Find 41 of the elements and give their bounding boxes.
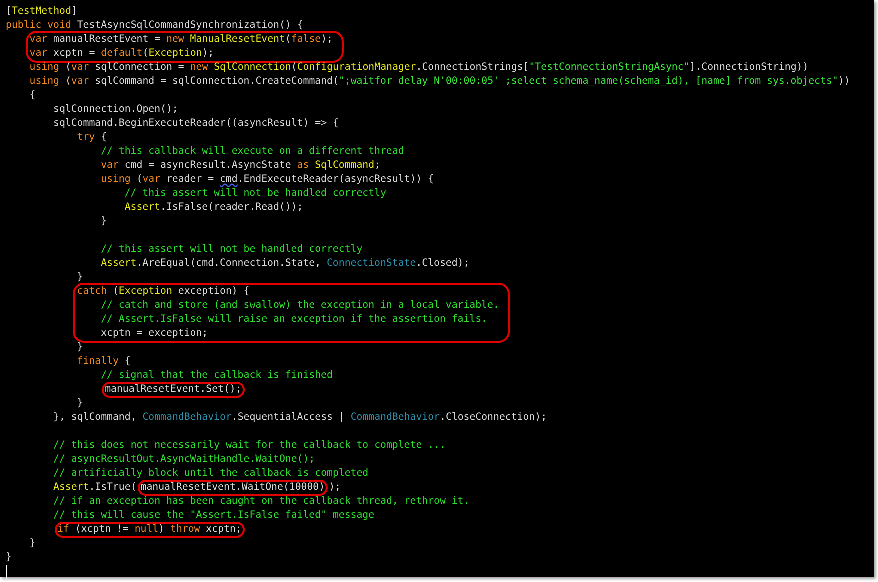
text-cursor	[6, 565, 7, 579]
code-line: [TestMethod]	[6, 5, 78, 19]
code-line: // if an exception has been caught on the callback thread, rethrow it.	[54, 495, 470, 509]
code-line: Assert.AreEqual(cmd.Connection.State, ConnectionState.Closed);	[101, 257, 470, 271]
circled-code: manualResetEvent.WaitOne(10000)	[138, 480, 328, 496]
circled-code: manualResetEvent.Set();	[102, 382, 245, 398]
code-line: // this will cause the "Assert.IsFalse failed" message	[54, 509, 375, 523]
code-line: catch (Exception exception) {	[77, 285, 250, 299]
code-line: // Assert.IsFalse will raise an exception if the assertion fails.	[101, 313, 488, 327]
code-text: Assert.IsTrue(	[54, 481, 137, 495]
code-line: using (var reader = cmd.EndExecuteReader(asyncResult)) {	[101, 173, 434, 187]
code-line: xcptn = exception;	[101, 327, 208, 341]
code-line: {	[30, 89, 36, 103]
code-line: using (var sqlConnection = new SqlConnection(ConfigurationManager.ConnectionStrings["TestConnectionStringAsync"].ConnectionString))	[30, 61, 809, 75]
code-line: // catch and store (and swallow) the exception in a local variable.	[101, 299, 500, 313]
code-line: }	[77, 271, 84, 285]
code-line: }	[101, 215, 108, 229]
code-line: // this callback will execute on a different thread	[101, 145, 404, 159]
code-line: using (var sqlCommand = sqlConnection.CreateCommand(";waitfor delay N'00:00:05' ;select schema_name(schema_id), [name] from sys.objects"))	[30, 75, 850, 89]
code-line: finally {	[77, 355, 131, 369]
code-line: var xcptn = default(Exception);	[30, 47, 214, 61]
code-line: // artificially block until the callback is completed	[54, 467, 369, 481]
circled-code: if (xcptn != null) throw xcptn;	[54, 522, 245, 538]
code-line: }	[77, 397, 84, 411]
code-text: );	[329, 481, 341, 495]
code-line: public void TestAsyncSqlCommandSynchronization() {	[6, 19, 304, 33]
code-line: sqlCommand.BeginExecuteReader((asyncResult) => {	[54, 117, 339, 131]
code-line: }	[6, 551, 12, 565]
code-line: var cmd = asyncResult.AsyncState as SqlCommand;	[101, 159, 381, 173]
code-line: }	[77, 341, 84, 355]
code-line: try {	[77, 131, 108, 145]
code-line: Assert.IsFalse(reader.Read());	[124, 201, 304, 215]
code-line: var manualResetEvent = new ManualResetEvent(false);	[30, 33, 333, 47]
code-line: // asyncResultOut.AsyncWaitHandle.WaitOne();	[54, 453, 316, 467]
code-line: // signal that the callback is finished	[101, 369, 333, 383]
code-line: }, sqlCommand, CommandBehavior.SequentialAccess | CommandBehavior.CloseConnection);	[54, 411, 548, 425]
code-line: }	[30, 537, 36, 551]
code-line: sqlConnection.Open();	[54, 103, 178, 117]
code-line: // this assert will not be handled correctly	[101, 243, 363, 257]
code-line: // this assert will not be handled correctly	[124, 187, 386, 201]
code-line: // this does not necessarily wait for the callback to complete ...	[54, 439, 446, 453]
